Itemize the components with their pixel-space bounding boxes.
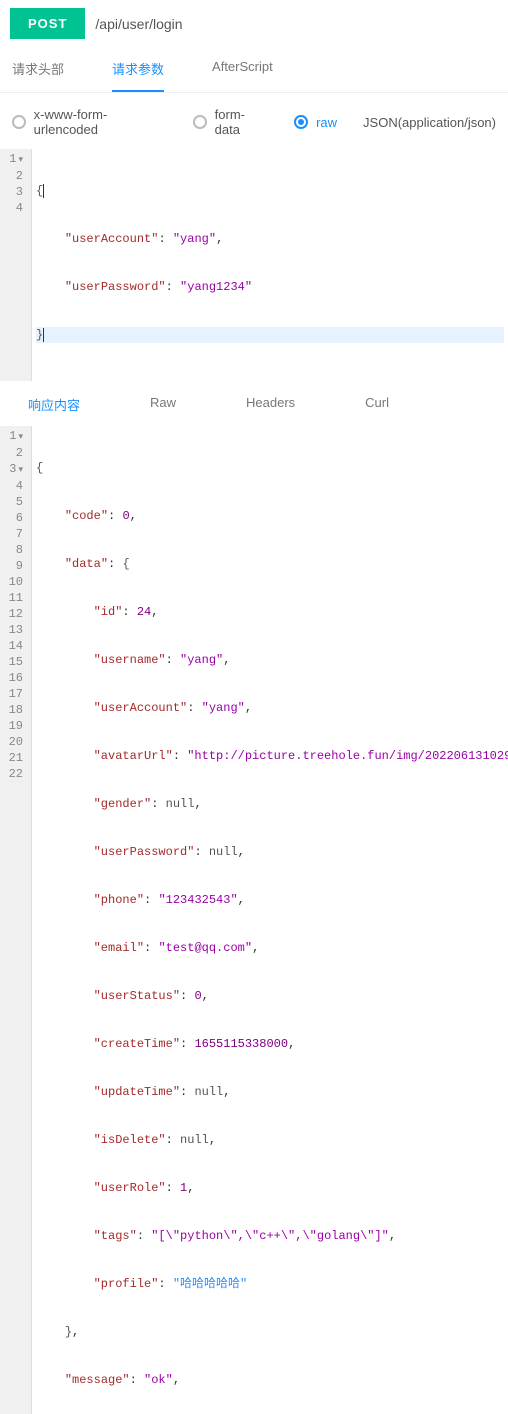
- radio-raw[interactable]: [294, 115, 308, 129]
- tab-request-headers[interactable]: 请求头部: [12, 47, 64, 92]
- request-code[interactable]: { "userAccount": "yang", "userPassword":…: [32, 149, 508, 377]
- response-body-editor[interactable]: 1 2 3 4 5 6 7 8 9 10 11 12 13 14 15 16 1…: [0, 426, 508, 1414]
- body-content-type[interactable]: JSON(application/json): [363, 115, 496, 130]
- request-gutter: 1 2 3 4: [0, 149, 32, 377]
- response-code[interactable]: { "code": 0, "data": { "id": 24, "userna…: [32, 426, 508, 1414]
- radio-urlencoded[interactable]: [12, 115, 26, 129]
- tab-after-script[interactable]: AfterScript: [212, 47, 273, 92]
- resp-tab-headers[interactable]: Headers: [246, 395, 295, 414]
- response-gutter: 1 2 3 4 5 6 7 8 9 10 11 12 13 14 15 16 1…: [0, 426, 32, 1414]
- label-urlencoded[interactable]: x-www-form-urlencoded: [34, 107, 167, 137]
- label-raw[interactable]: raw: [316, 115, 337, 130]
- response-tabs: 响应内容 Raw Headers Curl: [0, 381, 508, 426]
- request-body-editor[interactable]: 1 2 3 4 { "userAccount": "yang", "userPa…: [0, 149, 508, 381]
- resp-tab-curl[interactable]: Curl: [365, 395, 389, 414]
- resp-tab-content[interactable]: 响应内容: [28, 395, 80, 414]
- body-type-options: x-www-form-urlencoded form-data raw JSON…: [0, 93, 508, 149]
- label-formdata[interactable]: form-data: [215, 107, 269, 137]
- request-tabs: 请求头部 请求参数 AfterScript: [0, 47, 508, 93]
- url-input[interactable]: [85, 9, 496, 39]
- radio-formdata[interactable]: [193, 115, 207, 129]
- http-method-button[interactable]: POST: [10, 8, 85, 39]
- resp-tab-raw[interactable]: Raw: [150, 395, 176, 414]
- tab-request-params[interactable]: 请求参数: [112, 47, 164, 92]
- request-header: POST: [0, 0, 508, 47]
